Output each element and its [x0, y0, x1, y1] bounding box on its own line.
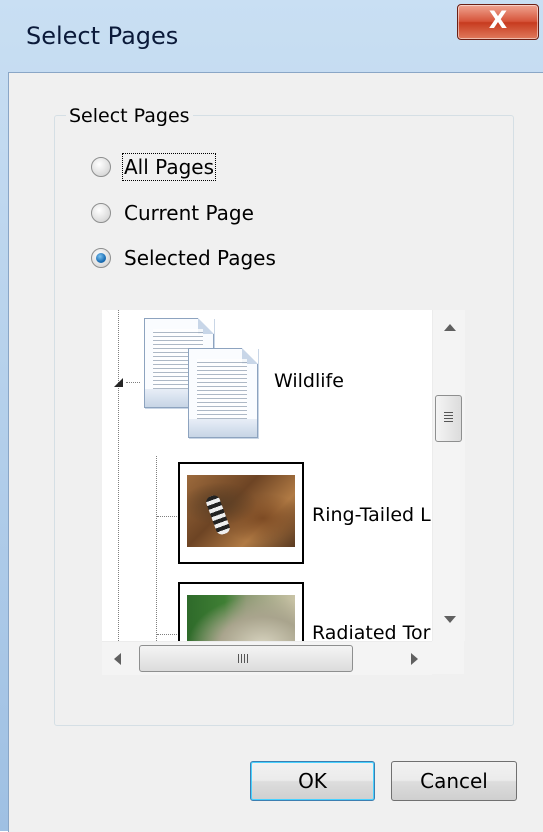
tree-content: Wildlife Ring-Tailed L Radiated Tor — [102, 310, 432, 641]
grip-icon — [238, 654, 249, 663]
tree-node-label: Radiated Tor — [312, 622, 431, 641]
tree-node-label: Wildlife — [274, 370, 344, 392]
scroll-left-icon[interactable] — [114, 653, 121, 665]
ring-tailed-lemur-photo — [187, 475, 295, 547]
tree-node-label: Ring-Tailed L — [312, 504, 431, 526]
dialog-client-area: Select Pages All Pages Current Page Sele… — [8, 72, 543, 832]
tree-line — [126, 382, 140, 383]
select-pages-group: Select Pages All Pages Current Page Sele… — [54, 105, 514, 726]
dialog-window: Select Pages X Select Pages All Pages Cu… — [0, 0, 543, 832]
tree-line — [157, 516, 179, 517]
title-bar[interactable]: Select Pages X — [0, 0, 543, 78]
vertical-scrollbar[interactable] — [432, 310, 465, 641]
radio-label-current-page: Current Page — [124, 201, 254, 225]
radio-button-selected-icon[interactable] — [91, 248, 111, 268]
close-button[interactable]: X — [457, 4, 539, 40]
page-tree-view[interactable]: Wildlife Ring-Tailed L Radiated Tor — [102, 310, 465, 675]
scroll-down-icon[interactable] — [444, 616, 456, 623]
radio-label-all-pages: All Pages — [122, 153, 216, 181]
radio-button-icon[interactable] — [91, 157, 111, 177]
radio-button-icon[interactable] — [91, 203, 111, 223]
close-icon: X — [488, 6, 508, 34]
scroll-up-icon[interactable] — [444, 324, 456, 331]
expand-collapse-icon[interactable] — [114, 378, 123, 387]
page-thumbnail[interactable] — [178, 582, 304, 641]
page-thumbnail[interactable] — [178, 462, 304, 564]
ok-button[interactable]: OK — [250, 761, 375, 801]
vertical-scroll-thumb[interactable] — [435, 395, 462, 442]
radio-selected-pages[interactable]: Selected Pages — [91, 243, 276, 273]
tree-line — [157, 634, 179, 635]
scrollbar-corner — [432, 641, 464, 674]
radiated-tortoise-photo — [187, 595, 295, 641]
group-legend: Select Pages — [66, 105, 193, 127]
multi-page-document-icon — [188, 348, 258, 438]
grip-icon — [444, 412, 453, 423]
cancel-button[interactable]: Cancel — [391, 761, 517, 801]
horizontal-scroll-thumb[interactable] — [139, 645, 353, 672]
tree-line — [156, 456, 157, 641]
horizontal-scrollbar[interactable] — [102, 641, 432, 675]
tree-line — [118, 310, 119, 641]
radio-label-selected-pages: Selected Pages — [124, 246, 276, 270]
window-title: Select Pages — [26, 22, 179, 50]
radio-all-pages[interactable]: All Pages — [91, 152, 216, 182]
radio-current-page[interactable]: Current Page — [91, 198, 254, 228]
scroll-right-icon[interactable] — [411, 653, 418, 665]
